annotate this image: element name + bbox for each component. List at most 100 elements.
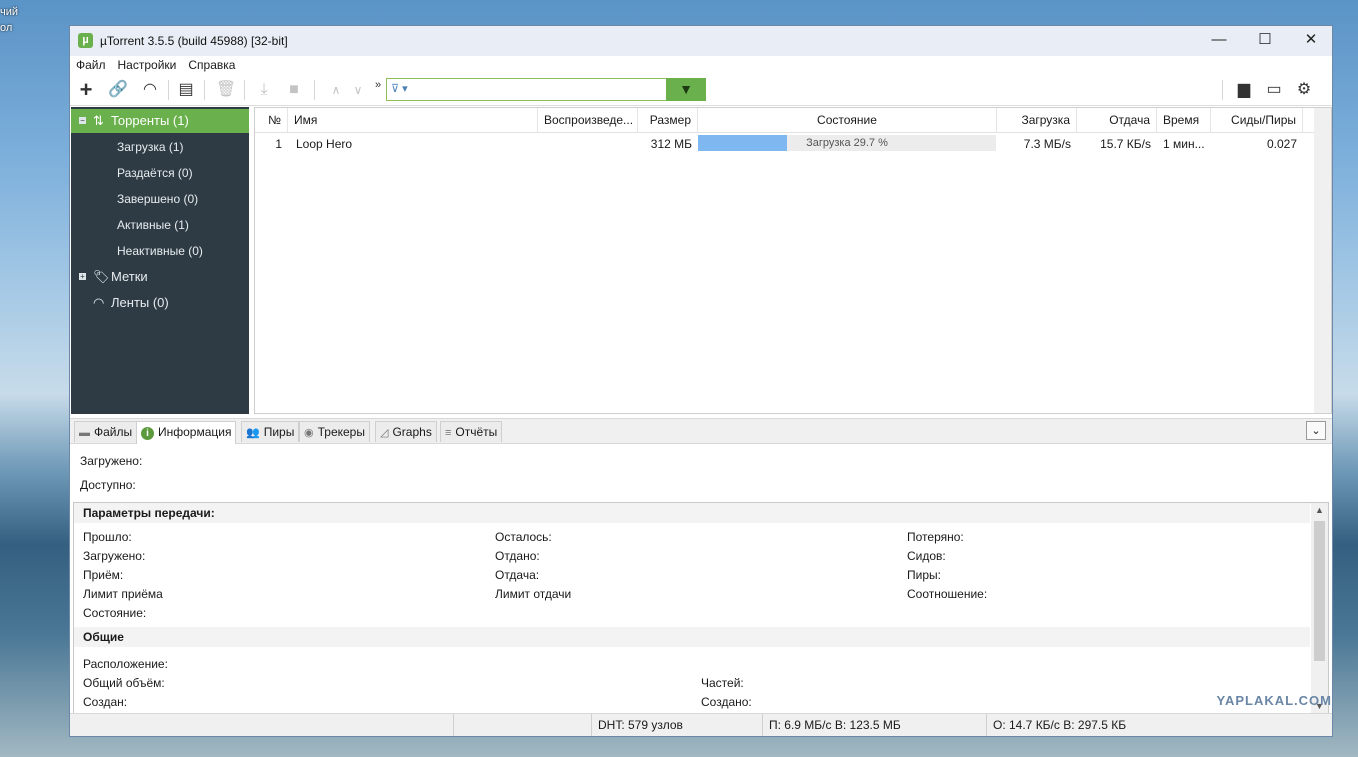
- row-eta: 1 мин...: [1163, 137, 1205, 151]
- column-download[interactable]: Загрузка: [997, 108, 1077, 132]
- minimize-button[interactable]: —: [1196, 26, 1242, 56]
- transfer-label: Прошло:: [83, 530, 132, 544]
- info-available-label: Доступно:: [80, 478, 136, 492]
- tab-label: Информация: [158, 425, 232, 439]
- sidebar-item-label: Ленты (0): [111, 295, 169, 310]
- delete-icon[interactable]: 🗑: [214, 78, 238, 102]
- row-upload: 15.7 КБ/s: [1100, 137, 1151, 151]
- torrent-list: № Имя Воспроизведе... Размер Состояние З…: [254, 107, 1332, 414]
- sidebar-item-feeds[interactable]: ◠ Ленты (0): [71, 291, 249, 315]
- column-number[interactable]: №: [255, 108, 288, 132]
- window-title: µTorrent 3.5.5 (build 45988) [32-bit]: [100, 34, 288, 48]
- sidebar-item-torrents[interactable]: − ⇅ Торренты (1): [71, 109, 249, 133]
- move-up-icon[interactable]: ∧: [324, 78, 348, 102]
- sidebar-item-label: Метки: [111, 269, 148, 284]
- general-label: Создан:: [83, 695, 128, 709]
- filter-dropdown-icon[interactable]: ⊽ ▾: [391, 82, 408, 95]
- tab-label: Трекеры: [317, 425, 365, 439]
- transfer-label: Отдано:: [495, 549, 540, 563]
- search-input[interactable]: [421, 81, 665, 100]
- tab-peers[interactable]: 👥 Пиры: [241, 421, 300, 442]
- status-bar: DHT: 579 узлов П: 6.9 МБ/с В: 123.5 МБ О…: [70, 713, 1332, 736]
- sidebar-item-label: Торренты (1): [111, 113, 189, 128]
- row-ratio: 0.027: [1266, 137, 1297, 151]
- row-download: 7.3 МБ/s: [1023, 137, 1071, 151]
- stop-icon[interactable]: ■: [282, 78, 306, 102]
- tab-trackers[interactable]: ◉ Трекеры: [299, 421, 370, 442]
- transfer-label: Лимит приёма: [83, 587, 163, 601]
- collapse-icon[interactable]: −: [79, 117, 86, 125]
- expand-icon[interactable]: +: [79, 273, 86, 281]
- desktop-text: чий: [0, 6, 19, 18]
- sidebar-item-inactive[interactable]: Неактивные (0): [71, 239, 249, 263]
- details-scrollbar[interactable]: ▲ ▼: [1311, 503, 1328, 713]
- maximize-button[interactable]: ☐: [1242, 26, 1288, 56]
- transfer-label: Лимит отдачи: [495, 587, 572, 601]
- column-status[interactable]: Состояние: [698, 108, 997, 132]
- add-torrent-icon[interactable]: +: [74, 78, 98, 102]
- menu-settings[interactable]: Настройки: [112, 56, 183, 75]
- create-torrent-icon[interactable]: ▤: [174, 78, 198, 102]
- menu-help[interactable]: Справка: [182, 56, 241, 75]
- sidebar-item-seeding[interactable]: Раздаётся (0): [71, 161, 249, 185]
- info-downloaded-label: Загружено:: [80, 454, 143, 468]
- tab-logs[interactable]: ≡ Отчёты: [440, 421, 503, 442]
- info-icon: i: [141, 427, 154, 440]
- list-scrollbar[interactable]: [1314, 108, 1331, 413]
- link-icon[interactable]: 🔗: [106, 78, 130, 102]
- tab-info[interactable]: i Информация: [136, 421, 237, 444]
- detail-tabs: ▬ Файлы i Информация 👥 Пиры ◉ Трекеры ◿ Graph…: [70, 418, 1332, 444]
- toolbar: + 🔗 ◠ ▤ 🗑 ⤓ ■ ∧ ∨ » ⊽ ▾ ▼ ▆ ▭ ⚙: [70, 75, 1332, 106]
- column-upload[interactable]: Отдача: [1077, 108, 1157, 132]
- remote-icon[interactable]: ▭: [1262, 78, 1286, 102]
- tab-files[interactable]: ▬ Файлы: [74, 421, 138, 442]
- general-label: Частей:: [701, 676, 744, 690]
- sidebar-item-completed[interactable]: Завершено (0): [71, 187, 249, 211]
- status-upload: О: 14.7 КБ/с В: 297.5 КБ: [986, 714, 1332, 736]
- sidebar: − ⇅ Торренты (1) Загрузка (1) Раздаётся …: [71, 107, 249, 414]
- column-name[interactable]: Имя: [288, 108, 538, 132]
- scroll-up-icon[interactable]: ▲: [1311, 505, 1328, 515]
- close-button[interactable]: ✕: [1288, 26, 1334, 56]
- title-bar[interactable]: µ µTorrent 3.5.5 (build 45988) [32-bit] …: [70, 26, 1332, 56]
- transfer-section-title: Параметры передачи:: [74, 503, 1310, 523]
- chat-icon[interactable]: ▆: [1232, 78, 1256, 102]
- toolbar-separator: [244, 80, 245, 100]
- torrents-arrows-icon: ⇅: [93, 113, 104, 128]
- tag-icon: 🏷: [93, 269, 110, 284]
- transfer-label: Загружено:: [83, 549, 146, 563]
- sidebar-item-labels[interactable]: + 🏷 Метки: [71, 265, 249, 289]
- menu-file[interactable]: Файл: [70, 56, 112, 75]
- search-filter-button[interactable]: ▼: [666, 78, 706, 101]
- tab-label: Файлы: [94, 425, 133, 439]
- column-seeds-peers[interactable]: Сиды/Пиры: [1211, 108, 1303, 132]
- transfer-label: Приём:: [83, 568, 124, 582]
- column-eta[interactable]: Время: [1157, 108, 1211, 132]
- sidebar-item-downloading[interactable]: Загрузка (1): [71, 135, 249, 159]
- tab-graphs[interactable]: ◿ Graphs: [375, 421, 437, 442]
- sidebar-item-label: Неактивные (0): [117, 244, 203, 258]
- scroll-thumb[interactable]: [1314, 521, 1325, 661]
- general-label: Общий объём:: [83, 676, 165, 690]
- graph-icon: ◿: [380, 427, 389, 439]
- row-name: Loop Hero: [296, 137, 353, 151]
- sidebar-item-label: Загрузка (1): [117, 140, 184, 154]
- column-size[interactable]: Размер: [638, 108, 698, 132]
- transfer-label: Потеряно:: [907, 530, 964, 544]
- transfer-label: Пиры:: [907, 568, 941, 582]
- sidebar-item-active[interactable]: Активные (1): [71, 213, 249, 237]
- transfer-label: Осталось:: [495, 530, 552, 544]
- column-play[interactable]: Воспроизведе...: [538, 108, 638, 132]
- collapse-panel-button[interactable]: ⌄: [1306, 421, 1326, 440]
- transfer-label: Сидов:: [907, 549, 946, 563]
- tab-label: Graphs: [392, 425, 432, 439]
- rss-icon[interactable]: ◠: [138, 78, 162, 102]
- gear-icon[interactable]: ⚙: [1292, 78, 1316, 102]
- download-icon[interactable]: ⤓: [252, 78, 276, 102]
- toolbar-separator: [1222, 80, 1223, 100]
- row-number: 1: [275, 137, 282, 151]
- transfer-label: Состояние:: [83, 606, 147, 620]
- general-label: Расположение:: [83, 657, 168, 671]
- tab-label: Отчёты: [455, 425, 498, 439]
- status-dht: DHT: 579 узлов: [591, 714, 762, 736]
